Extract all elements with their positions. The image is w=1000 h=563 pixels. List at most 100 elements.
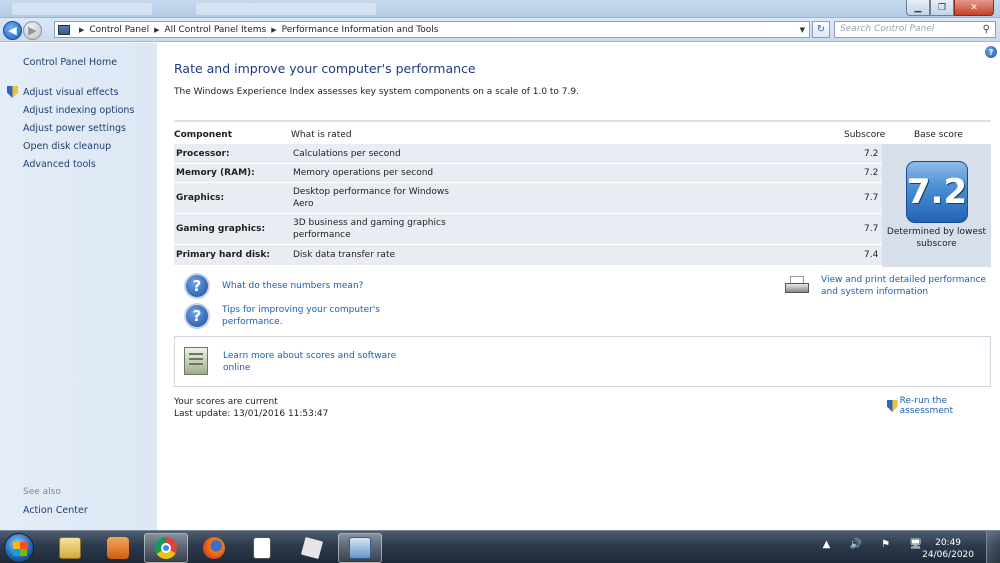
task-label: Advanced tools [23,158,96,170]
breadcrumb-separator-icon: ▶ [154,25,160,34]
row-what: Disk data transfer rate [293,250,396,260]
last-update: Last update: 13/01/2016 11:53:47 [174,409,329,419]
roblox-icon [300,536,324,560]
window-titlebar: ▁ ❐ ✕ [0,0,1000,18]
search-placeholder: Search Control Panel [840,24,935,34]
task-adjust-power-settings[interactable]: Adjust power settings [23,119,134,137]
help-icon[interactable]: ? [985,46,997,58]
question-icon: ? [184,273,210,299]
base-score-badge: 7.2 [906,161,968,223]
tips-row: ? Tips for improving your computer's per… [184,303,402,329]
address-bar[interactable]: ▶ Control Panel ▶ All Control Panel Item… [54,21,810,38]
breadcrumb-separator-icon: ▶ [79,25,85,34]
numbers-meaning-link[interactable]: What do these numbers mean? [222,280,402,292]
breadcrumb-all-items[interactable]: All Control Panel Items [164,25,266,35]
control-panel-icon [349,537,371,559]
search-icon[interactable]: ⚲ [983,22,990,37]
close-button[interactable]: ✕ [954,0,994,16]
folder-icon [59,537,81,559]
page-title: Rate and improve your computer's perform… [174,61,476,76]
table-row: Memory (RAM): Memory operations per seco… [174,164,882,183]
rerun-label: Re-run the assessment [899,396,954,416]
divider [174,120,991,122]
row-subscore: 7.7 [864,224,879,234]
taskbar-roblox[interactable] [290,533,334,563]
start-button[interactable] [4,533,34,563]
chevron-down-icon[interactable]: ▼ [800,26,805,34]
task-open-disk-cleanup[interactable]: Open disk cleanup [23,137,134,155]
breadcrumb-performance[interactable]: Performance Information and Tools [282,25,439,35]
background-tab [12,3,152,15]
chrome-icon [155,537,177,559]
table-row: Graphics: Desktop performance for Window… [174,183,882,214]
row-subscore: 7.7 [864,193,879,203]
clock[interactable]: 20:49 24/06/2020 [922,537,974,561]
taskbar-chrome[interactable] [144,533,188,563]
score-status: Your scores are current Last update: 13/… [174,396,328,420]
breadcrumb-control-panel[interactable]: Control Panel [89,25,149,35]
taskbar: ▲ 🔊 ⚑ 🖥 20:49 24/06/2020 [0,530,1000,563]
firefox-icon [203,537,225,559]
row-component: Gaming graphics: [176,224,266,234]
row-component: Memory (RAM): [176,168,255,178]
forward-button[interactable]: ▶ [23,21,42,40]
taskbar-notepad[interactable] [240,533,284,563]
search-input[interactable]: Search Control Panel ⚲ [834,21,996,38]
main-content: ? Rate and improve your computer's perfo… [157,43,1000,530]
task-label: Open disk cleanup [23,140,112,152]
action-center-link[interactable]: Action Center [23,505,88,516]
row-subscore: 7.2 [864,168,879,178]
table-header: Component What is rated Subscore Base sc… [174,127,991,144]
control-panel-icon [58,24,70,35]
rerun-assessment-link[interactable]: Re-run the assessment [887,396,1000,416]
tips-link[interactable]: Tips for improving your computer's perfo… [222,304,402,328]
table-row: Processor: Calculations per second 7.2 [174,144,882,164]
back-button[interactable]: ◀ [3,21,22,40]
navigation-bar: ◀ ▶ ▶ Control Panel ▶ All Control Panel … [0,18,1000,42]
score-rows: Processor: Calculations per second 7.2 M… [174,144,882,266]
header-component: Component [174,130,233,140]
task-adjust-visual-effects[interactable]: Adjust visual effects [7,83,134,101]
windows-logo-icon [13,542,27,556]
see-also-heading: See also [23,487,61,497]
base-score-caption: Determined by lowest subscore [886,227,987,249]
task-label: Adjust visual effects [23,86,119,98]
learn-more-link[interactable]: Learn more about scores and software onl… [223,350,403,374]
software-info-icon [184,347,208,375]
row-what: 3D business and gaming graphics performa… [293,218,446,240]
uac-shield-icon [7,86,18,98]
task-list: Adjust visual effects Adjust indexing op… [7,83,134,173]
media-player-icon [107,537,129,559]
learn-more-box: Learn more about scores and software onl… [174,336,991,387]
print-details-link[interactable]: View and print detailed performance and … [821,274,996,298]
maximize-button[interactable]: ❐ [930,0,954,16]
notepad-icon [253,537,271,559]
window-controls: ▁ ❐ ✕ [906,0,994,16]
taskbar-folder[interactable] [48,533,92,563]
breadcrumb-separator-icon: ▶ [271,25,277,34]
task-label: Adjust indexing options [23,104,135,116]
header-subscore: Subscore [844,130,886,140]
question-icon: ? [184,303,210,329]
system-tray[interactable]: ▲ 🔊 ⚑ 🖥 [823,539,930,550]
taskbar-firefox[interactable] [192,533,236,563]
clock-time: 20:49 [935,538,962,548]
taskbar-control-panel[interactable] [338,533,382,563]
table-row: Primary hard disk: Disk data transfer ra… [174,245,882,266]
task-label: Adjust power settings [23,122,126,134]
table-body: Processor: Calculations per second 7.2 M… [174,144,991,267]
task-advanced-tools[interactable]: Advanced tools [23,155,134,173]
printer-icon [783,276,811,296]
control-panel-home-link[interactable]: Control Panel Home [23,57,117,68]
taskbar-media-player[interactable] [96,533,140,563]
row-subscore: 7.2 [864,149,879,159]
show-desktop-button[interactable] [986,531,1000,563]
base-score-panel: 7.2 Determined by lowest subscore [882,144,991,267]
row-component: Processor: [176,149,230,159]
minimize-button[interactable]: ▁ [906,0,930,16]
row-component: Graphics: [176,193,225,203]
refresh-button[interactable]: ↻ [812,21,830,38]
row-what: Desktop performance for Windows Aero [293,187,449,209]
task-adjust-indexing-options[interactable]: Adjust indexing options [23,101,134,119]
clock-date: 24/06/2020 [922,550,974,560]
